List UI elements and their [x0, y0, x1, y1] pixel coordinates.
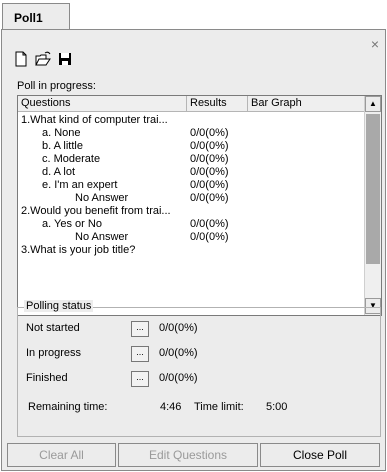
- not-started-value: 0/0(0%): [159, 322, 198, 334]
- list-item[interactable]: 1.What kind of computer trai...: [18, 114, 364, 127]
- list-item[interactable]: c. Moderate 0/0(0%): [18, 153, 364, 166]
- new-document-icon[interactable]: [12, 50, 30, 68]
- edit-questions-button[interactable]: Edit Questions: [118, 443, 258, 467]
- list-item[interactable]: a. Yes or No 0/0(0%): [18, 218, 364, 231]
- result-text: 0/0(0%): [190, 231, 229, 243]
- question-text: No Answer: [75, 192, 129, 204]
- clear-all-button[interactable]: Clear All: [7, 443, 116, 467]
- list-item[interactable]: d. A lot 0/0(0%): [18, 166, 364, 179]
- tab-label: Poll1: [14, 11, 43, 25]
- question-text: a. Yes or No: [42, 218, 102, 230]
- close-icon[interactable]: ×: [371, 36, 379, 52]
- list-item[interactable]: a. None 0/0(0%): [18, 127, 364, 140]
- status-label-not-started: Not started: [26, 322, 80, 334]
- question-text: c. Moderate: [42, 153, 101, 165]
- list-item[interactable]: e. I'm an expert 0/0(0%): [18, 179, 364, 192]
- in-progress-details-button[interactable]: ...: [131, 346, 149, 362]
- open-folder-icon[interactable]: [34, 50, 52, 68]
- question-text: e. I'm an expert: [42, 179, 118, 191]
- column-header-questions[interactable]: Questions: [18, 96, 187, 112]
- question-text: No Answer: [75, 231, 129, 243]
- column-header-bar-graph[interactable]: Bar Graph: [248, 96, 364, 112]
- close-poll-button[interactable]: Close Poll: [260, 443, 380, 467]
- finished-details-button[interactable]: ...: [131, 371, 149, 387]
- scroll-thumb[interactable]: [366, 114, 380, 264]
- tab-strip: Poll1: [0, 0, 387, 30]
- question-text: d. A lot: [42, 166, 76, 178]
- poll-in-progress-label: Poll in progress:: [17, 80, 96, 92]
- list-item[interactable]: No Answer 0/0(0%): [18, 231, 364, 244]
- vertical-scrollbar[interactable]: ▲ ▼: [364, 96, 381, 315]
- list-headers: Questions Results Bar Graph: [18, 96, 364, 112]
- finished-value: 0/0(0%): [159, 372, 198, 384]
- question-text: 1.What kind of computer trai...: [21, 114, 168, 126]
- scroll-up-icon[interactable]: ▲: [365, 96, 381, 112]
- time-limit-value: 5:00: [266, 401, 288, 413]
- status-label-finished: Finished: [26, 372, 68, 384]
- polling-status-title: Polling status: [24, 300, 94, 312]
- list-item[interactable]: 2.Would you benefit from trai...: [18, 205, 364, 218]
- question-text: 2.Would you benefit from trai...: [21, 205, 171, 217]
- polling-status-group: Polling status Not started ... 0/0(0%) I…: [17, 300, 381, 437]
- list-item[interactable]: No Answer 0/0(0%): [18, 192, 364, 205]
- time-limit-label: Time limit:: [194, 401, 244, 413]
- result-text: 0/0(0%): [190, 140, 229, 152]
- result-text: 0/0(0%): [190, 179, 229, 191]
- list-item[interactable]: b. A little 0/0(0%): [18, 140, 364, 153]
- result-text: 0/0(0%): [190, 153, 229, 165]
- result-text: 0/0(0%): [190, 192, 229, 204]
- poll-panel: × Poll in progress: Questions Results Ba…: [1, 29, 386, 471]
- question-text: 3.What is your job title?: [21, 244, 136, 256]
- in-progress-value: 0/0(0%): [159, 347, 198, 359]
- not-started-details-button[interactable]: ...: [131, 321, 149, 337]
- remaining-time-label: Remaining time:: [28, 401, 108, 413]
- questions-listview[interactable]: Questions Results Bar Graph 1.What kind …: [17, 95, 382, 316]
- tab-poll1[interactable]: Poll1: [2, 3, 70, 30]
- question-text: b. A little: [42, 140, 83, 152]
- column-header-results[interactable]: Results: [187, 96, 248, 112]
- question-text: a. None: [42, 127, 81, 139]
- list-rows: 1.What kind of computer trai... a. None 0/…: [18, 113, 364, 315]
- result-text: 0/0(0%): [190, 166, 229, 178]
- remaining-time-value: 4:46: [160, 401, 182, 413]
- save-disk-icon[interactable]: [56, 50, 74, 68]
- result-text: 0/0(0%): [190, 218, 229, 230]
- result-text: 0/0(0%): [190, 127, 229, 139]
- list-item[interactable]: 3.What is your job title?: [18, 244, 364, 257]
- status-label-in-progress: In progress: [26, 347, 82, 359]
